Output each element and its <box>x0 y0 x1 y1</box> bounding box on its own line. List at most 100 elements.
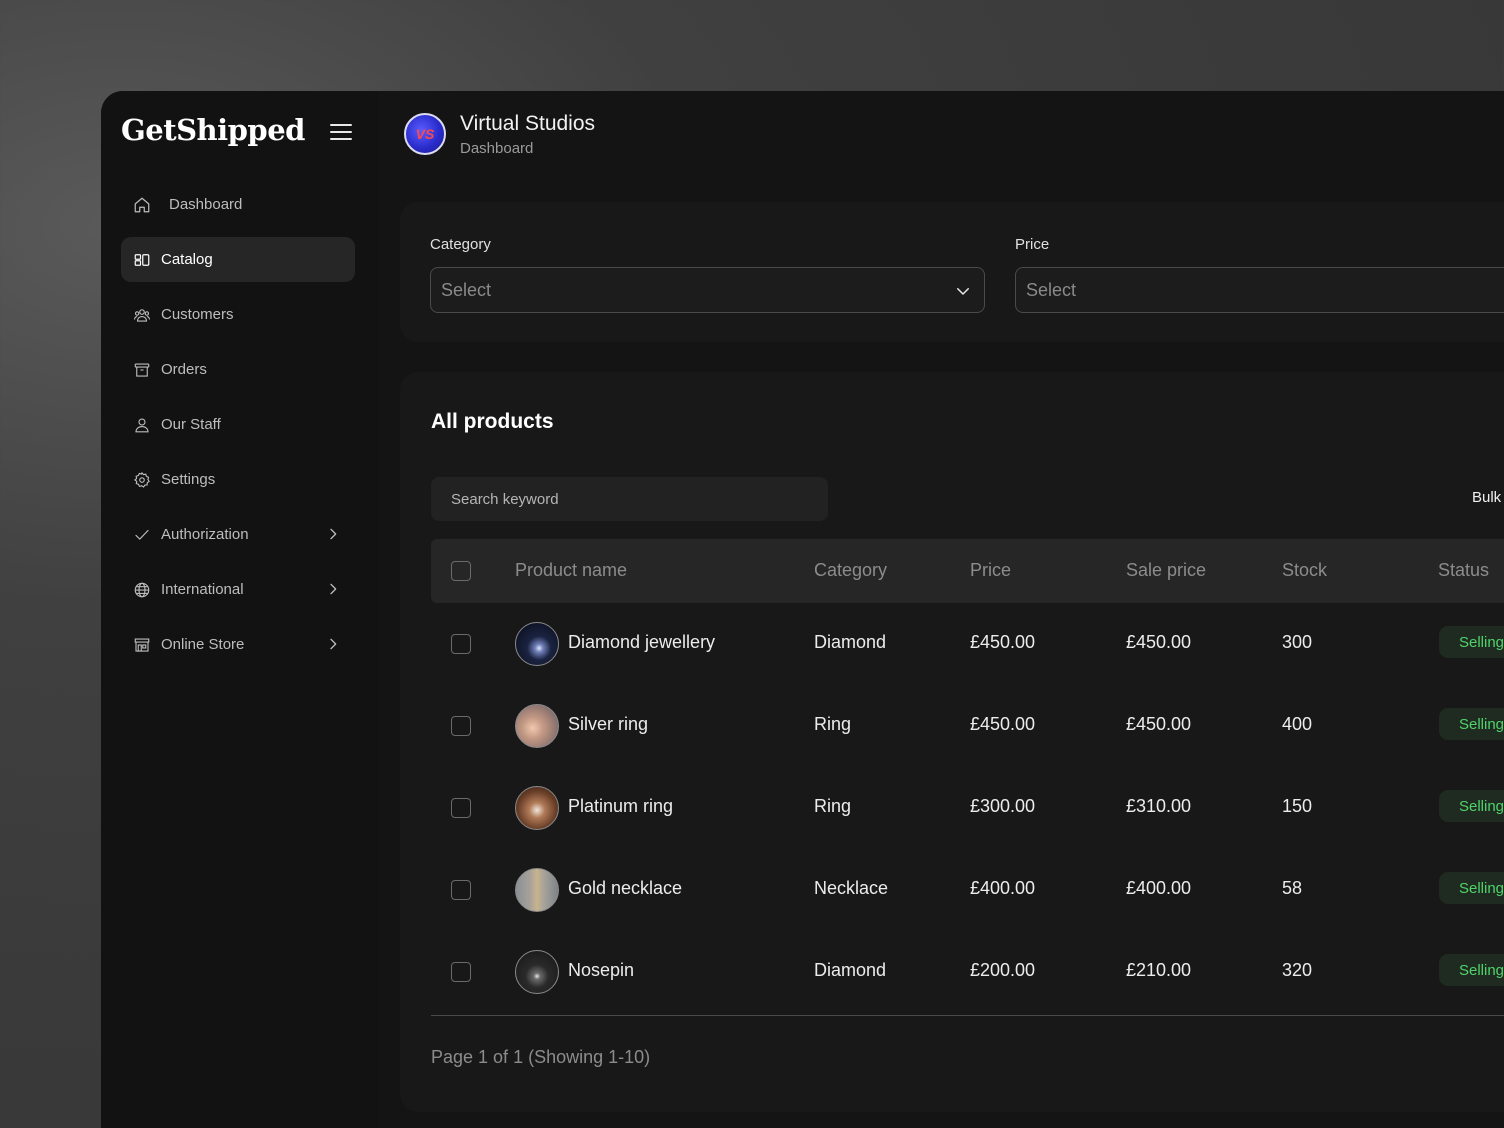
product-sale-price: £400.00 <box>1126 878 1192 898</box>
hamburger-menu-icon[interactable] <box>330 124 352 140</box>
row-checkbox[interactable] <box>451 798 471 818</box>
product-stock: 320 <box>1282 960 1313 980</box>
avatar[interactable]: VS <box>404 113 446 155</box>
sidebar: GetShipped Dashboard Catalog Customers O… <box>101 91 379 1128</box>
product-price: £450.00 <box>970 714 1036 734</box>
chevron-down-icon <box>957 288 969 295</box>
sidebar-item-customers[interactable]: Customers <box>121 292 355 337</box>
org-name: Virtual Studios <box>460 111 596 135</box>
sidebar-item-label: Our Staff <box>161 416 221 433</box>
status-badge: Selling <box>1439 954 1504 986</box>
product-stock: 400 <box>1282 714 1313 734</box>
sidebar-nav: Dashboard Catalog Customers Orders Our S… <box>121 182 355 677</box>
product-category: Ring <box>814 714 852 734</box>
product-name[interactable]: Gold necklace <box>568 878 682 899</box>
sidebar-item-label: Customers <box>161 306 234 323</box>
globe-icon <box>132 580 152 600</box>
orders-icon <box>132 360 152 380</box>
product-name[interactable]: Nosepin <box>568 960 634 981</box>
section-title: All products <box>431 410 554 433</box>
chevron-right-icon[interactable] <box>325 581 341 597</box>
price-select[interactable]: Select <box>1015 267 1504 313</box>
column-header-stock[interactable]: Stock <box>1282 560 1327 581</box>
row-checkbox[interactable] <box>451 634 471 654</box>
chevron-right-icon[interactable] <box>325 526 341 542</box>
product-name[interactable]: Silver ring <box>568 714 648 735</box>
column-header-sale-price[interactable]: Sale price <box>1126 560 1206 581</box>
pagination-info: Page 1 of 1 (Showing 1-10) <box>431 1047 651 1067</box>
row-checkbox[interactable] <box>451 880 471 900</box>
product-stock: 300 <box>1282 632 1313 652</box>
sidebar-item-label: Settings <box>161 471 216 488</box>
product-category: Ring <box>814 796 852 816</box>
product-sale-price: £210.00 <box>1126 960 1192 980</box>
sidebar-item-settings[interactable]: Settings <box>121 457 355 502</box>
table-row[interactable]: Diamond jewellery Diamond £450.00 £450.0… <box>431 603 1504 685</box>
product-price: £200.00 <box>970 960 1036 980</box>
category-select[interactable]: Select <box>430 267 985 313</box>
sidebar-item-label: Dashboard <box>169 196 243 213</box>
sidebar-item-our-staff[interactable]: Our Staff <box>121 402 355 447</box>
column-header-category[interactable]: Category <box>814 560 887 581</box>
home-icon <box>132 195 152 215</box>
product-thumbnail <box>515 704 559 748</box>
product-name[interactable]: Platinum ring <box>568 796 673 817</box>
product-name[interactable]: Diamond jewellery <box>568 632 715 653</box>
app-window: GetShipped Dashboard Catalog Customers O… <box>101 91 1504 1128</box>
status-badge: Selling <box>1439 872 1504 904</box>
product-thumbnail <box>515 622 559 666</box>
sidebar-item-international[interactable]: International <box>121 567 355 612</box>
select-all-checkbox[interactable] <box>451 561 471 581</box>
column-header-price[interactable]: Price <box>970 560 1011 581</box>
column-header-product-name[interactable]: Product name <box>515 560 627 581</box>
product-category: Necklace <box>814 878 889 898</box>
avatar-initials: VS <box>415 126 435 142</box>
table-row[interactable]: Silver ring Ring £450.00 £450.00 400 Sel… <box>431 685 1504 767</box>
brand-logo: GetShipped <box>121 113 305 147</box>
table-header: Product name Category Price Sale price S… <box>431 539 1504 603</box>
product-sale-price: £310.00 <box>1126 796 1192 816</box>
row-checkbox[interactable] <box>451 716 471 736</box>
product-sale-price: £450.00 <box>1126 632 1192 652</box>
sidebar-item-dashboard[interactable]: Dashboard <box>121 182 355 227</box>
product-category: Diamond <box>814 632 887 652</box>
catalog-icon <box>132 250 152 270</box>
product-category: Diamond <box>814 960 887 980</box>
header: VS Virtual Studios Dashboard <box>404 111 595 157</box>
table-row[interactable]: Gold necklace Necklace £400.00 £400.00 5… <box>431 849 1504 931</box>
search-input[interactable] <box>431 477 828 521</box>
store-icon <box>132 635 152 655</box>
filter-panel: Category Select Price Select <box>400 202 1504 342</box>
product-thumbnail <box>515 950 559 994</box>
sidebar-item-authorization[interactable]: Authorization <box>121 512 355 557</box>
price-select-value: Select <box>1026 279 1077 300</box>
table-row[interactable]: Nosepin Diamond £200.00 £210.00 320 Sell… <box>431 931 1504 1013</box>
check-icon <box>132 525 152 545</box>
page-subtitle: Dashboard <box>460 139 534 157</box>
gear-icon <box>132 470 152 490</box>
products-panel: All products Bulk Product name Category … <box>400 372 1504 1112</box>
product-price: £400.00 <box>970 878 1036 898</box>
product-stock: 150 <box>1282 796 1313 816</box>
product-thumbnail <box>515 786 559 830</box>
table-row[interactable]: Platinum ring Ring £300.00 £310.00 150 S… <box>431 767 1504 849</box>
customers-icon <box>132 305 152 325</box>
status-badge: Selling <box>1439 708 1504 740</box>
category-select-value: Select <box>441 279 492 300</box>
chevron-right-icon[interactable] <box>325 636 341 652</box>
sidebar-item-orders[interactable]: Orders <box>121 347 355 392</box>
column-header-status[interactable]: Status <box>1438 560 1489 581</box>
product-price: £300.00 <box>970 796 1036 816</box>
row-checkbox[interactable] <box>451 962 471 982</box>
product-sale-price: £450.00 <box>1126 714 1192 734</box>
product-stock: 58 <box>1282 878 1303 898</box>
table-divider <box>431 1015 1504 1016</box>
product-thumbnail <box>515 868 559 912</box>
sidebar-item-online-store[interactable]: Online Store <box>121 622 355 667</box>
sidebar-item-catalog[interactable]: Catalog <box>121 237 355 282</box>
bulk-action-button[interactable]: Bulk <box>1472 489 1501 506</box>
sidebar-item-label: Catalog <box>161 251 213 268</box>
sidebar-item-label: International <box>161 581 244 598</box>
product-price: £450.00 <box>970 632 1036 652</box>
category-filter-label: Category <box>430 236 491 253</box>
